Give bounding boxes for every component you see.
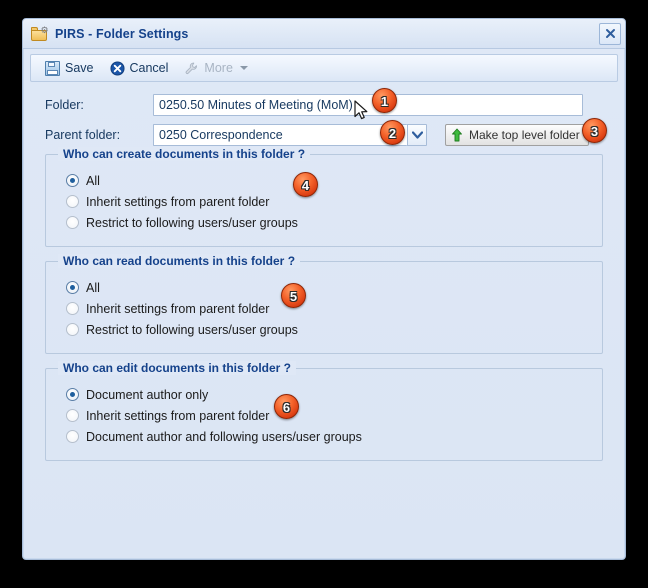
- cancel-button-label: Cancel: [130, 61, 169, 75]
- toolbar: Save Cancel More: [30, 54, 618, 82]
- folder-settings-icon: ⚙: [31, 26, 49, 42]
- read-option-restrict-label: Restrict to following users/user groups: [86, 323, 298, 337]
- form-area: Folder: 0250.50 Minutes of Meeting (MoM)…: [23, 82, 625, 146]
- save-button[interactable]: Save: [37, 56, 102, 80]
- create-option-inherit[interactable]: Inherit settings from parent folder: [46, 192, 602, 211]
- callout-badge-1: 1: [372, 88, 397, 113]
- edit-option-inherit-label: Inherit settings from parent folder: [86, 409, 269, 423]
- up-arrow-icon: [451, 128, 463, 142]
- edit-permissions-legend: Who can edit documents in this folder ?: [58, 361, 296, 375]
- cancel-button[interactable]: Cancel: [102, 56, 177, 80]
- make-top-level-folder-button[interactable]: Make top level folder: [445, 124, 589, 146]
- read-option-all[interactable]: All: [46, 278, 602, 297]
- create-option-all-label: All: [86, 174, 100, 188]
- folder-settings-window: ⚙ PIRS - Folder Settings Save Cancel: [22, 18, 626, 560]
- chevron-down-icon: [412, 131, 423, 139]
- cancel-circle-icon: [110, 61, 125, 76]
- create-permissions-legend: Who can create documents in this folder …: [58, 147, 310, 161]
- floppy-disk-icon: [45, 61, 60, 76]
- parent-folder-label: Parent folder:: [45, 128, 153, 142]
- edit-option-inherit[interactable]: Inherit settings from parent folder: [46, 406, 602, 425]
- more-button-label: More: [204, 61, 232, 75]
- edit-option-author-only-label: Document author only: [86, 388, 208, 402]
- radio-icon[interactable]: [66, 430, 79, 443]
- chevron-down-icon: [240, 66, 248, 70]
- radio-icon[interactable]: [66, 388, 79, 401]
- callout-badge-3: 3: [582, 118, 607, 143]
- callout-badge-2: 2: [380, 120, 405, 145]
- read-option-inherit[interactable]: Inherit settings from parent folder: [46, 299, 602, 318]
- create-permissions-group: Who can create documents in this folder …: [45, 154, 603, 247]
- radio-icon[interactable]: [66, 195, 79, 208]
- radio-icon[interactable]: [66, 174, 79, 187]
- parent-folder-dropdown-button[interactable]: [407, 124, 427, 146]
- edit-option-author-and-groups[interactable]: Document author and following users/user…: [46, 427, 602, 446]
- folder-row: Folder: 0250.50 Minutes of Meeting (MoM): [45, 94, 603, 116]
- callout-badge-5: 5: [281, 283, 306, 308]
- callout-badge-6: 6: [274, 394, 299, 419]
- edit-option-author-and-groups-label: Document author and following users/user…: [86, 430, 362, 444]
- edit-option-author-only[interactable]: Document author only: [46, 385, 602, 404]
- title-bar: ⚙ PIRS - Folder Settings: [23, 19, 625, 49]
- more-button[interactable]: More: [176, 56, 255, 80]
- folder-input[interactable]: 0250.50 Minutes of Meeting (MoM): [153, 94, 583, 116]
- radio-icon[interactable]: [66, 302, 79, 315]
- read-option-all-label: All: [86, 281, 100, 295]
- callout-badge-4: 4: [293, 172, 318, 197]
- close-button[interactable]: [599, 23, 621, 45]
- close-icon: [605, 28, 616, 39]
- read-option-inherit-label: Inherit settings from parent folder: [86, 302, 269, 316]
- parent-folder-row: Parent folder: 0250 Correspondence Make …: [45, 124, 603, 146]
- save-button-label: Save: [65, 61, 94, 75]
- folder-label: Folder:: [45, 98, 153, 112]
- create-option-inherit-label: Inherit settings from parent folder: [86, 195, 269, 209]
- wrench-icon: [184, 61, 199, 76]
- make-top-level-folder-label: Make top level folder: [469, 128, 580, 142]
- edit-permissions-group: Who can edit documents in this folder ? …: [45, 368, 603, 461]
- radio-icon[interactable]: [66, 216, 79, 229]
- radio-icon[interactable]: [66, 409, 79, 422]
- window-title: PIRS - Folder Settings: [55, 27, 188, 41]
- parent-folder-input[interactable]: 0250 Correspondence: [153, 124, 407, 146]
- create-option-restrict-label: Restrict to following users/user groups: [86, 216, 298, 230]
- create-option-all[interactable]: All: [46, 171, 602, 190]
- read-option-restrict[interactable]: Restrict to following users/user groups: [46, 320, 602, 339]
- radio-icon[interactable]: [66, 323, 79, 336]
- radio-icon[interactable]: [66, 281, 79, 294]
- read-permissions-legend: Who can read documents in this folder ?: [58, 254, 300, 268]
- read-permissions-group: Who can read documents in this folder ? …: [45, 261, 603, 354]
- create-option-restrict[interactable]: Restrict to following users/user groups: [46, 213, 602, 232]
